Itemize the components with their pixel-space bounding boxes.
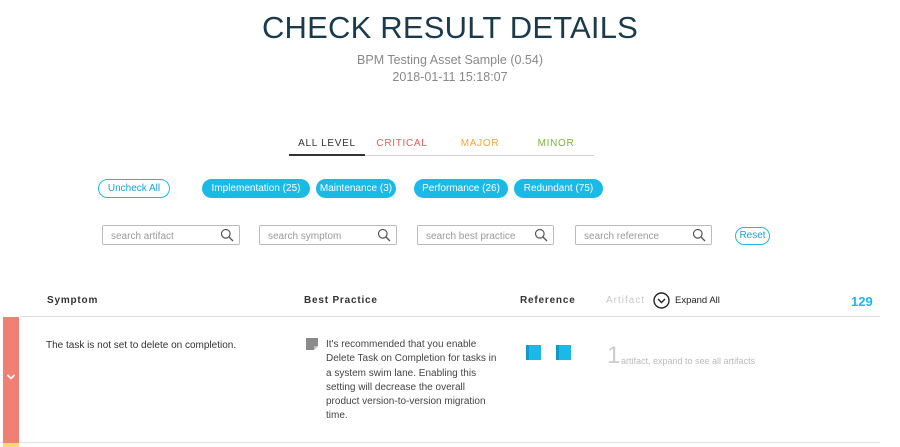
search-best-practice-input[interactable] <box>418 227 553 246</box>
search-best-practice-box <box>417 225 554 246</box>
column-header-artifact: Artifact <box>606 295 646 306</box>
document-icon <box>306 338 318 350</box>
search-symptom-box <box>259 225 397 246</box>
uncheck-all-button[interactable]: Uncheck All <box>98 179 170 198</box>
book-icon[interactable] <box>525 344 542 361</box>
column-header-reference: Reference <box>520 295 576 306</box>
filter-implementation-chip[interactable]: Implementation (25) <box>202 179 310 198</box>
search-artifact-box <box>102 225 240 246</box>
tab-minor[interactable]: MINOR <box>526 138 586 149</box>
search-icon[interactable] <box>692 228 706 242</box>
search-icon[interactable] <box>220 228 234 242</box>
filter-performance-chip[interactable]: Performance (26) <box>414 179 508 198</box>
artifact-hint: artifact, expand to see all artifacts <box>621 356 756 366</box>
reset-button[interactable]: Reset <box>735 227 770 245</box>
column-header-best-practice: Best Practice <box>304 295 378 306</box>
search-artifact-input[interactable] <box>103 227 239 246</box>
search-symptom-input[interactable] <box>260 227 396 246</box>
expand-all-button[interactable]: Expand All <box>653 291 720 309</box>
chevron-down-icon <box>6 374 16 380</box>
symptom-text: The task is not set to delete on complet… <box>46 340 237 351</box>
expand-all-label: Expand All <box>675 294 720 306</box>
tab-critical[interactable]: CRITICAL <box>372 138 432 149</box>
page-title: CHECK RESULT DETAILS <box>261 10 639 45</box>
artifact-count: 1 <box>607 342 621 369</box>
asset-name: BPM Testing Asset Sample (0.54) <box>357 53 543 67</box>
search-icon[interactable] <box>534 228 548 242</box>
severity-level-tabs: ALL LEVEL CRITICAL MAJOR MINOR <box>289 138 594 156</box>
search-reference-box <box>575 225 712 246</box>
column-header-symptom: Symptom <box>47 295 99 306</box>
table-row: The task is not set to delete on complet… <box>0 317 880 443</box>
filter-maintenance-chip[interactable]: Maintenance (3) <box>316 179 396 198</box>
check-timestamp: 2018-01-11 15:18:07 <box>392 70 508 84</box>
row-expand-toggle[interactable] <box>3 317 19 443</box>
book-icon[interactable] <box>555 344 572 361</box>
tab-major[interactable]: MAJOR <box>450 138 510 149</box>
chevron-circle-icon <box>653 291 670 309</box>
filter-redundant-chip[interactable]: Redundant (75) <box>514 179 603 198</box>
next-row-severity-bar[interactable] <box>3 443 19 447</box>
result-count: 129 <box>851 294 873 309</box>
tab-all-level[interactable]: ALL LEVEL <box>289 138 365 156</box>
search-icon[interactable] <box>377 228 391 242</box>
best-practice-text: It's recommended that you enable Delete … <box>326 339 497 422</box>
search-reference-input[interactable] <box>576 227 711 246</box>
